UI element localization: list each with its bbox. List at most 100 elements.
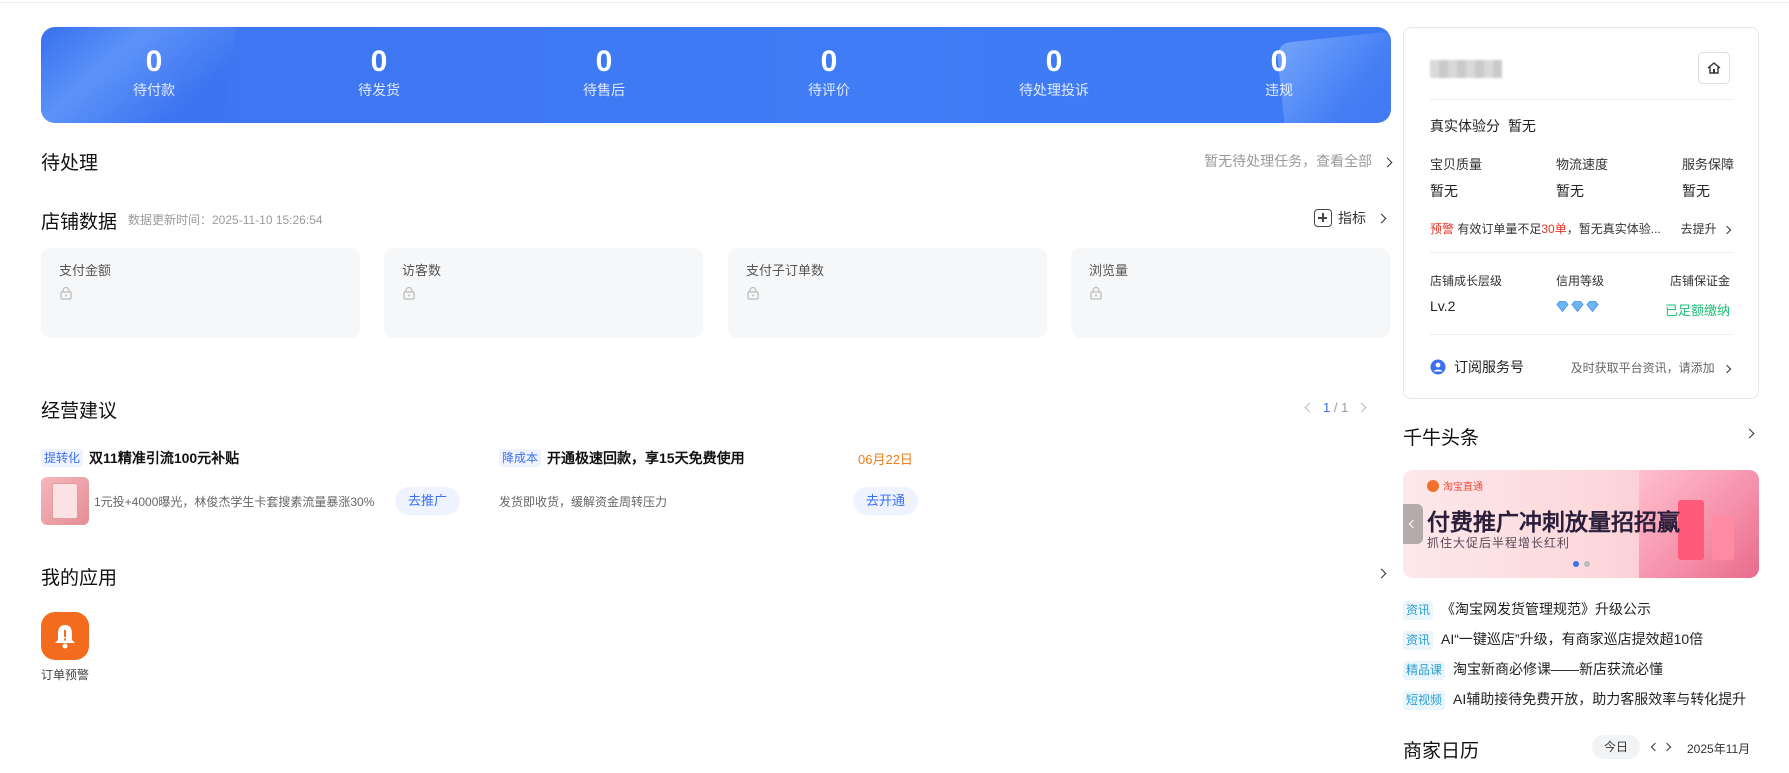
score-label: 真实体验分	[1430, 118, 1500, 134]
pending-view-all-link[interactable]: 暂无待处理任务，查看全部	[1204, 151, 1393, 171]
chevron-right-icon[interactable]	[1356, 402, 1367, 413]
carousel-prev-button[interactable]	[1403, 504, 1423, 544]
today-button[interactable]: 今日	[1592, 735, 1641, 759]
advice-title-text: 开通极速回款，享15天免费使用	[547, 450, 745, 466]
news-item[interactable]: 资讯 《淘宝网发货管理规范》升级公示	[1403, 599, 1651, 620]
chevron-left-icon[interactable]	[1304, 402, 1315, 413]
advice-title-text: 双11精准引流100元补贴	[89, 450, 240, 466]
order-stats-banner: 0 待付款 0 待发货 0 待售后 0 待评价 0 待处理投诉 0 违规	[41, 27, 1391, 123]
advice-item-1-header[interactable]: 提转化 双11精准引流100元补贴	[41, 448, 239, 468]
stat-label: 待售后	[583, 82, 625, 98]
data-card-pageviews[interactable]: 浏览量	[1071, 248, 1390, 338]
stat-value: 0	[370, 45, 388, 78]
home-icon[interactable]	[1698, 52, 1730, 84]
news-tag: 资讯	[1403, 601, 1434, 620]
pending-link-text: 暂无待处理任务，查看全部	[1204, 153, 1373, 169]
chevron-right-icon	[1376, 213, 1387, 223]
metric-quality-value: 暂无	[1430, 183, 1458, 199]
pager-current: 1	[1323, 400, 1331, 415]
subscribe-desc: 及时获取平台资讯，请添加	[1570, 361, 1715, 375]
lock-icon	[60, 286, 72, 300]
deposit-value: 已足额缴纳	[1664, 303, 1730, 318]
subscribe-label: 订阅服务号	[1454, 359, 1524, 375]
warning-highlight: 30单	[1541, 222, 1567, 236]
stat-value: 0	[595, 45, 613, 78]
stat-violation[interactable]: 0 违规	[1204, 45, 1354, 101]
metric-button[interactable]: 指标	[1314, 208, 1387, 228]
stat-value: 0	[820, 45, 838, 78]
calendar-title: 商家日历	[1403, 741, 1480, 762]
pager-total: 1	[1341, 400, 1349, 415]
news-item[interactable]: 短视频 AI辅助接待免费开放，助力客服效率与转化提升	[1403, 689, 1746, 710]
credit-diamonds	[1556, 301, 1599, 312]
headlines-title: 千牛头条	[1403, 428, 1480, 449]
card-title: 支付子订单数	[746, 263, 825, 278]
improve-label: 去提升	[1680, 222, 1717, 236]
bell-warning-icon[interactable]	[41, 612, 89, 660]
diamond-icon	[1571, 301, 1584, 312]
plus-square-icon	[1314, 209, 1332, 227]
stat-pending-aftersale[interactable]: 0 待售后	[529, 45, 679, 101]
data-card-suborders[interactable]: 支付子订单数	[728, 248, 1047, 338]
growth-label: 店铺成长层级	[1430, 274, 1503, 288]
chevron-right-icon[interactable]	[1744, 428, 1755, 439]
data-card-payment[interactable]: 支付金额	[41, 248, 360, 338]
chevron-left-icon	[1408, 519, 1418, 529]
metric-label: 指标	[1338, 210, 1366, 226]
news-item[interactable]: 资讯 AI“一键巡店”升级，有商家巡店提效超10倍	[1403, 629, 1703, 650]
stat-label: 违规	[1265, 82, 1293, 98]
stat-label: 待发货	[358, 82, 400, 98]
stat-value: 0	[145, 45, 163, 78]
store-data-title: 店铺数据	[41, 212, 118, 233]
advice-thumbnail	[41, 477, 89, 525]
advice-tag: 提转化	[41, 449, 84, 467]
advice-desc: 1元投+4000曝光，林俊杰学生卡套搜素流量暴涨30%	[94, 495, 375, 509]
promote-button[interactable]: 去推广	[395, 487, 461, 515]
top-divider	[0, 2, 1789, 3]
news-item[interactable]: 精品课 淘宝新商必修课——新店获流必懂	[1403, 659, 1663, 680]
diamond-icon	[1586, 301, 1599, 312]
news-tag: 精品课	[1403, 661, 1446, 680]
stat-pending-payment[interactable]: 0 待付款	[79, 45, 229, 101]
news-text: AI辅助接待免费开放，助力客服效率与转化提升	[1453, 691, 1747, 707]
subscribe-service[interactable]: 订阅服务号	[1430, 357, 1524, 377]
credit-label: 信用等级	[1556, 274, 1605, 288]
advice-item-2-header[interactable]: 降成本 开通极速回款，享15天免费使用	[499, 448, 745, 468]
chevron-right-icon	[1722, 225, 1732, 235]
banner-logo-text: 淘宝直通	[1443, 482, 1483, 493]
chevron-right-icon[interactable]	[1662, 742, 1672, 752]
activate-button[interactable]: 去开通	[853, 487, 919, 515]
score-value: 暂无	[1507, 118, 1536, 134]
warning-text: ，暂无真实体验...	[1566, 222, 1661, 236]
stat-value: 0	[1045, 45, 1063, 78]
my-apps-title: 我的应用	[41, 568, 118, 589]
card-title: 支付金额	[59, 263, 112, 278]
chevron-right-icon	[1382, 157, 1393, 168]
update-time: 数据更新时间：2025-11-10 15:26:54	[128, 213, 323, 227]
chevron-left-icon[interactable]	[1650, 742, 1660, 752]
advice-pager: 1 / 1	[1304, 400, 1367, 415]
data-card-visitors[interactable]: 访客数	[384, 248, 703, 338]
stat-pending-complaint[interactable]: 0 待处理投诉	[979, 45, 1129, 101]
stat-label: 待评价	[808, 82, 850, 98]
chevron-right-icon[interactable]	[1376, 568, 1387, 579]
headline-banner[interactable]: 淘宝直通 付费推广冲刺放量招招赢 抓住大促后半程增长红利	[1403, 470, 1759, 578]
metric-logistics-label: 物流速度	[1556, 157, 1609, 172]
stat-pending-shipment[interactable]: 0 待发货	[304, 45, 454, 101]
advice-desc: 发货即收货，缓解资金周转压力	[499, 495, 668, 509]
news-text: AI“一键巡店”升级，有商家巡店提效超10倍	[1441, 631, 1704, 647]
lock-icon	[403, 286, 415, 300]
news-text: 淘宝新商必修课——新店获流必懂	[1453, 661, 1664, 677]
shop-info-panel: 真实体验分 暂无 宝贝质量 暂无 物流速度 暂无 服务保障 暂无 预警 有效订单…	[1403, 27, 1759, 399]
growth-value: Lv.2	[1430, 298, 1456, 314]
lock-icon	[1090, 286, 1102, 300]
metric-service-label: 服务保障	[1682, 157, 1735, 172]
subscribe-link[interactable]: 及时获取平台资讯，请添加	[1570, 359, 1732, 376]
stat-label: 待付款	[133, 82, 175, 98]
warning-text: 有效订单量不足	[1457, 222, 1542, 236]
warning-tag: 预警	[1430, 222, 1455, 236]
user-circle-icon	[1430, 359, 1446, 375]
news-text: 《淘宝网发货管理规范》升级公示	[1441, 601, 1652, 617]
improve-link[interactable]: 去提升	[1680, 220, 1732, 237]
stat-pending-review[interactable]: 0 待评价	[754, 45, 904, 101]
